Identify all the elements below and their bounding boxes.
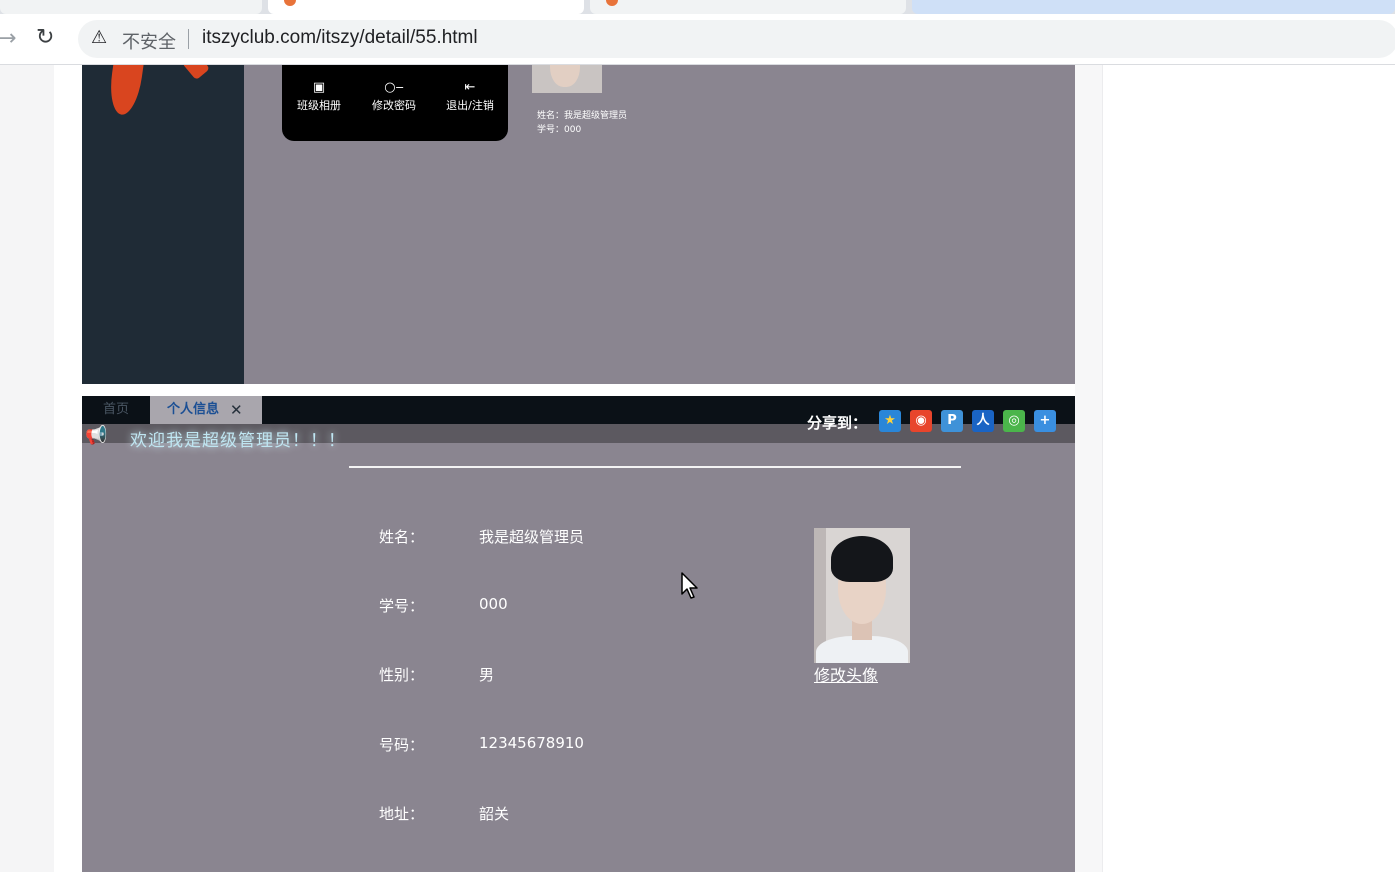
welcome-marquee: 欢迎我是超级管理员！！！ [130,431,346,451]
avatar-shirt [816,636,908,663]
decoration-shape [182,65,210,81]
image-icon: ▣ [312,80,326,95]
sidebar [82,65,244,384]
change-avatar-link[interactable]: 修改头像 [814,662,878,686]
user-menu-popup: ▣ 班级相册 ○‒ 修改密码 ⇤ 退出/注销 [282,65,508,141]
previous-frame: ▣ 班级相册 ○‒ 修改密码 ⇤ 退出/注销 姓名：我是超级管理员 学号：000 [82,65,1075,384]
browser-tab[interactable] [0,0,262,14]
page-margin-right [1102,65,1395,872]
tab-label: 个人信息 [167,402,220,417]
field-value: 韶关 [479,805,510,823]
field-value: 12345678910 [479,734,584,752]
tab-personal-info[interactable]: 个人信息 ✕ [150,396,262,424]
browser-tab-active[interactable] [268,0,584,14]
field-value: 000 [479,595,508,613]
page-margin-left [0,65,54,872]
omnibox[interactable]: ⚠ 不安全 itszyclub.com/itszy/detail/55.html [78,20,1395,58]
security-label[interactable]: 不安全 [122,28,176,54]
menu-item-logout[interactable]: ⇤ 退出/注销 [435,81,505,113]
divider [188,29,189,49]
new-tab-area[interactable] [912,0,1395,14]
share-label: 分享到： [807,414,868,432]
renren-icon[interactable]: 人 [972,410,994,432]
field-label: 号码： [379,736,425,754]
forward-icon[interactable]: → [0,26,16,51]
field-label: 地址： [379,805,425,823]
field-label: 性别： [379,666,425,684]
qzone-icon[interactable]: ★ [879,410,901,432]
mini-name: 姓名：我是超级管理员 [537,111,628,121]
menu-item-album[interactable]: ▣ 班级相册 [284,81,354,113]
address-bar: → ↻ ⚠ 不安全 itszyclub.com/itszy/detail/55.… [0,14,1395,65]
avatar [814,528,910,663]
mini-profile: 姓名：我是超级管理员 学号：000 [537,109,627,137]
warning-icon[interactable]: ⚠ [91,27,107,48]
browser-tab[interactable] [590,0,906,14]
field-label: 学号： [379,597,425,615]
url-text[interactable]: itszyclub.com/itszy/detail/55.html [202,27,478,49]
field-label: 姓名： [379,528,425,546]
tab-home[interactable]: 首页 [82,396,150,424]
favicon-icon [284,0,296,6]
menu-item-label: 修改密码 [372,99,416,112]
weibo-icon[interactable]: ◉ [910,410,932,432]
logout-icon: ⇤ [464,80,476,95]
field-value: 我是超级管理员 [479,528,585,546]
decoration-shape [106,65,148,117]
page-viewport: ▣ 班级相册 ○‒ 修改密码 ⇤ 退出/注销 姓名：我是超级管理员 学号：000… [0,65,1395,872]
mini-id: 学号：000 [537,125,582,135]
page-margin [1075,65,1102,872]
key-icon: ○‒ [384,80,404,95]
speaker-icon: 📢 [85,425,108,446]
page-margin [54,65,82,872]
wechat-icon[interactable]: ◎ [1003,410,1025,432]
menu-item-label: 班级相册 [297,99,341,112]
avatar-hair [831,536,893,582]
browser-tab-strip [0,0,1395,14]
avatar-face [550,65,580,87]
close-icon[interactable]: ✕ [230,396,243,424]
field-value: 男 [479,666,495,684]
more-share-icon[interactable]: + [1034,410,1056,432]
divider-line [349,466,961,468]
mouse-cursor-icon [681,572,698,599]
favicon-icon [606,0,618,6]
menu-item-change-password[interactable]: ○‒ 修改密码 [359,81,429,113]
menu-item-label: 退出/注销 [446,99,494,112]
reload-icon[interactable]: ↻ [36,25,54,50]
avatar-thumbnail [532,65,602,93]
profile-frame: 首页 个人信息 ✕ 📢 欢迎我是超级管理员！！！ 分享到： ★ ◉ P 人 ◎ … [82,396,1075,872]
tencent-weibo-icon[interactable]: P [941,410,963,432]
